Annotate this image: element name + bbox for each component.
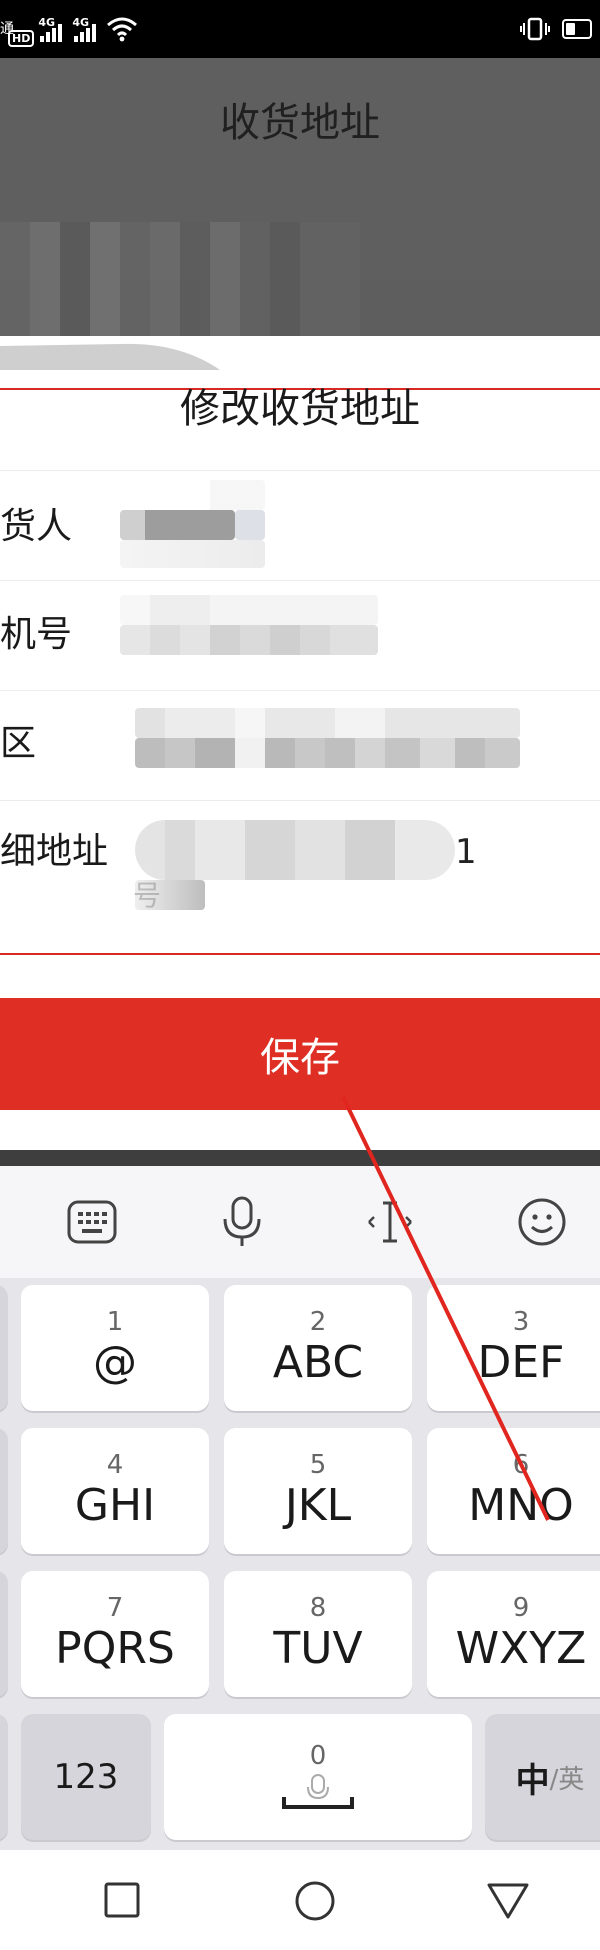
- language-switch-key[interactable]: 中 /英: [485, 1714, 600, 1840]
- signal-icon-2: 4G: [72, 16, 97, 42]
- space-bar-icon: [282, 1774, 354, 1809]
- consignee-input[interactable]: [120, 480, 265, 570]
- key-left-edge[interactable]: [0, 1285, 8, 1411]
- battery-icon: [562, 19, 592, 39]
- emoji-icon[interactable]: [510, 1190, 574, 1254]
- home-icon[interactable]: [294, 1880, 336, 1922]
- back-icon[interactable]: [486, 1882, 530, 1920]
- key-8[interactable]: 8 TUV: [224, 1571, 412, 1697]
- divider: [0, 580, 600, 581]
- keyboard-grid-icon[interactable]: [60, 1190, 124, 1254]
- vibrate-icon: [520, 17, 550, 41]
- cursor-icon[interactable]: [358, 1190, 422, 1254]
- consignee-label: 货人: [0, 506, 73, 547]
- detail-address-value-line2: 号: [133, 879, 162, 912]
- wifi-icon: [107, 17, 138, 42]
- key-left-edge[interactable]: [0, 1714, 8, 1840]
- hd-badge: HD: [8, 29, 35, 47]
- phone-label: 机号: [0, 614, 73, 655]
- status-right: [520, 0, 592, 58]
- key-7[interactable]: 7 PQRS: [21, 1571, 209, 1697]
- key-9[interactable]: 9 WXYZ: [427, 1571, 600, 1697]
- key-4[interactable]: 4 GHI: [21, 1428, 209, 1554]
- blurred-address-text: [0, 222, 360, 340]
- key-3[interactable]: 3 DEF: [427, 1285, 600, 1411]
- detail-address-label: 细地址: [0, 831, 109, 872]
- phone-input[interactable]: [120, 595, 378, 655]
- key-6[interactable]: 6 MNO: [427, 1428, 600, 1554]
- detail-address-input[interactable]: 1 号: [133, 820, 480, 920]
- page-title: 收货地址: [220, 100, 380, 146]
- key-5[interactable]: 5 JKL: [224, 1428, 412, 1554]
- key-left-edge[interactable]: [0, 1571, 8, 1697]
- recents-icon[interactable]: [104, 1882, 140, 1918]
- sheet-title: 修改收货地址: [180, 386, 420, 432]
- divider: [0, 690, 600, 691]
- sheet-bottom-border: [0, 953, 600, 955]
- save-button[interactable]: 保存: [0, 998, 600, 1110]
- divider: [0, 800, 600, 801]
- region-label: 区: [0, 723, 37, 764]
- key-1[interactable]: 1 @: [21, 1285, 209, 1411]
- divider: [0, 470, 600, 471]
- detail-address-value: 1: [455, 832, 477, 872]
- status-bar: 通 HD 4G 4G: [0, 0, 600, 58]
- key-left-edge[interactable]: [0, 1428, 8, 1554]
- numeric-mode-key[interactable]: 123: [21, 1714, 151, 1840]
- keyboard-top-edge: [0, 1150, 600, 1166]
- key-2[interactable]: 2 ABC: [224, 1285, 412, 1411]
- region-input[interactable]: [135, 708, 520, 768]
- status-left: 通 HD 4G 4G: [0, 0, 138, 58]
- microphone-icon[interactable]: [210, 1190, 274, 1254]
- space-key[interactable]: 0: [164, 1714, 472, 1840]
- signal-icon: 4G: [38, 16, 63, 42]
- card-edge: [0, 336, 600, 370]
